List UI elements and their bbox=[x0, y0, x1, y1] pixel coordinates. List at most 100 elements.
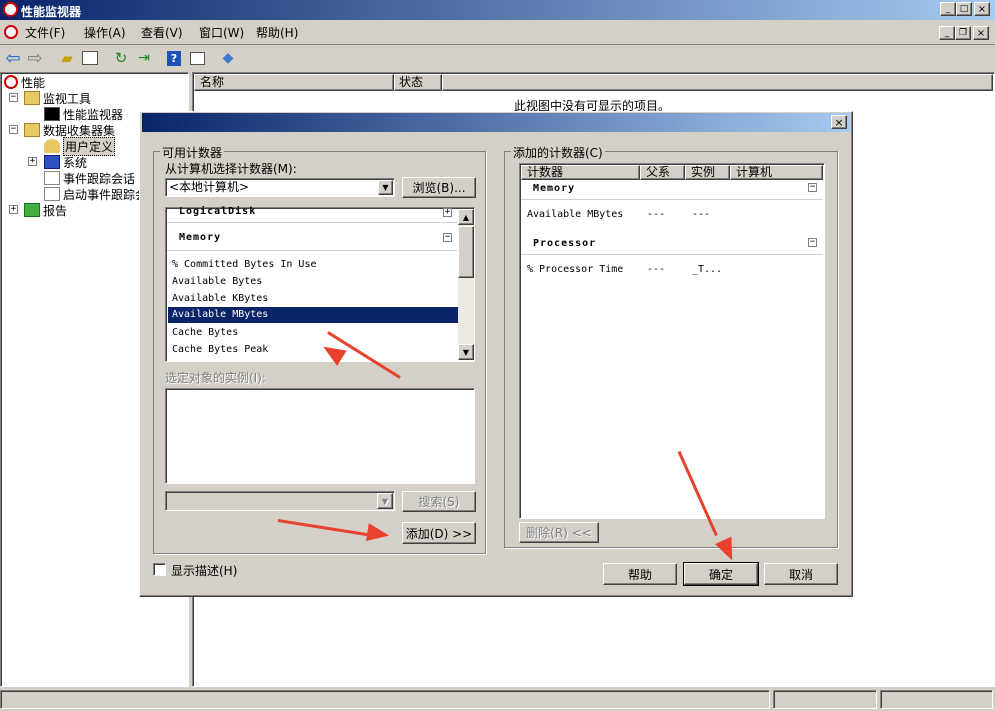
added-col-instance[interactable]: 实例 bbox=[685, 165, 730, 180]
collapse-memory-icon[interactable]: − bbox=[443, 233, 452, 242]
added-counter-parent: --- bbox=[647, 209, 666, 220]
menu-file[interactable]: 文件(F) bbox=[25, 24, 65, 42]
title-bar bbox=[0, 0, 995, 20]
performance-icon bbox=[4, 75, 18, 89]
added-col-parent[interactable]: 父系 bbox=[640, 165, 685, 180]
properties-icon[interactable] bbox=[187, 48, 207, 68]
minimize-button[interactable]: _ bbox=[940, 2, 956, 16]
report-icon bbox=[24, 203, 40, 217]
added-counter-name[interactable]: % Processor Time bbox=[527, 264, 623, 275]
up-folder-icon[interactable]: ▰ bbox=[57, 48, 77, 68]
status-bar-pane-3 bbox=[880, 690, 993, 709]
help-icon[interactable]: ? bbox=[164, 48, 184, 68]
tree-expander-system[interactable]: + bbox=[28, 157, 37, 166]
expand-logicaldisk-icon[interactable]: + bbox=[443, 208, 452, 217]
instances-label: 选定对象的实例(I): bbox=[165, 371, 266, 385]
counter-group-logicaldisk[interactable]: LogicalDisk bbox=[179, 206, 256, 217]
show-description-label: 显示描述(H) bbox=[171, 564, 238, 578]
close-button[interactable]: × bbox=[974, 2, 990, 16]
remove-button[interactable]: 删除(R) << bbox=[519, 522, 599, 543]
menu-window[interactable]: 窗口(W) bbox=[199, 24, 244, 42]
tree-reports[interactable]: 报告 bbox=[24, 202, 67, 218]
tree-expander-reports[interactable]: + bbox=[9, 205, 18, 214]
dialog-close-button[interactable]: × bbox=[831, 115, 847, 129]
tree-expander-data-collector-sets[interactable]: − bbox=[9, 125, 18, 134]
new-window-icon[interactable]: ◆ bbox=[218, 48, 238, 68]
counter-item[interactable]: Available Bytes bbox=[172, 273, 262, 290]
group-divider bbox=[167, 222, 457, 223]
search-button[interactable]: 搜索(S) bbox=[402, 491, 476, 512]
counter-item[interactable]: Cache Bytes Peak bbox=[172, 341, 268, 358]
counter-item[interactable]: Available KBytes bbox=[172, 290, 268, 307]
group-divider bbox=[521, 254, 823, 255]
search-combo[interactable] bbox=[165, 491, 395, 511]
column-header-filler bbox=[442, 74, 993, 91]
counter-item-selected-label: Available MBytes bbox=[172, 309, 269, 320]
window-title: 性能监视器 bbox=[21, 5, 82, 19]
tree-expander-monitor-tools[interactable]: − bbox=[9, 93, 18, 102]
added-group-memory[interactable]: Memory bbox=[533, 183, 575, 194]
added-group-processor[interactable]: Processor bbox=[533, 238, 596, 249]
counter-item[interactable]: % Committed Bytes In Use bbox=[172, 256, 317, 273]
added-counter-name[interactable]: Available MBytes bbox=[527, 209, 623, 220]
dialog-title-bar bbox=[142, 113, 850, 132]
add-button[interactable]: 添加(D) >> bbox=[402, 522, 476, 544]
trace-doc-icon bbox=[44, 171, 60, 185]
counter-group-memory[interactable]: Memory bbox=[179, 232, 221, 243]
forward-icon[interactable]: ⇨ bbox=[25, 48, 45, 69]
collapse-memory-added-icon[interactable]: − bbox=[808, 183, 817, 192]
scroll-down-button[interactable]: ▼ bbox=[458, 344, 474, 360]
tree-startup-trace[interactable]: 启动事件跟踪会 bbox=[44, 186, 147, 202]
scroll-up-button[interactable]: ▲ bbox=[458, 209, 474, 225]
maximize-button[interactable]: □ bbox=[956, 2, 972, 16]
folder-icon bbox=[24, 91, 40, 105]
back-icon[interactable]: ⇦ bbox=[3, 48, 23, 69]
instances-list[interactable] bbox=[165, 388, 475, 484]
app-icon bbox=[3, 2, 18, 17]
folder-icon bbox=[24, 123, 40, 137]
search-dropdown-button[interactable]: ▼ bbox=[377, 493, 393, 509]
show-hide-tree-icon[interactable] bbox=[80, 48, 100, 68]
added-counter-parent: --- bbox=[647, 264, 666, 275]
tree-perf-monitor[interactable]: 性能监视器 bbox=[44, 106, 123, 122]
added-col-computer[interactable]: 计算机 bbox=[730, 165, 823, 180]
select-computer-label: 从计算机选择计数器(M): bbox=[165, 162, 297, 176]
refresh-icon[interactable]: ↻ bbox=[111, 48, 131, 68]
ok-button[interactable]: 确定 bbox=[683, 562, 759, 586]
tree-event-trace[interactable]: 事件跟踪会话 bbox=[44, 170, 135, 186]
help-button[interactable]: 帮助 bbox=[603, 563, 677, 585]
status-bar-pane-2 bbox=[773, 690, 877, 709]
mdi-icon bbox=[4, 25, 18, 39]
computer-select[interactable]: <本地计算机> bbox=[165, 178, 395, 197]
column-header-name[interactable]: 名称 bbox=[194, 74, 394, 91]
mdi-close-button[interactable]: × bbox=[973, 26, 989, 40]
scroll-thumb[interactable] bbox=[458, 226, 474, 278]
menu-help[interactable]: 帮助(H) bbox=[256, 24, 298, 42]
tree-user-defined[interactable]: 用户定义 bbox=[44, 136, 116, 156]
system-icon bbox=[44, 155, 60, 169]
user-icon bbox=[44, 139, 60, 153]
group-divider bbox=[521, 199, 823, 200]
tree-monitor-tools[interactable]: 监视工具 bbox=[24, 90, 91, 106]
tree-system[interactable]: 系统 bbox=[44, 154, 87, 170]
menu-view[interactable]: 查看(V) bbox=[141, 24, 183, 42]
tree-performance[interactable]: 性能 bbox=[4, 74, 45, 90]
added-counter-instance: --- bbox=[692, 209, 711, 220]
toolbar-divider bbox=[0, 44, 995, 45]
trace-doc-icon bbox=[44, 187, 60, 201]
mdi-minimize-button[interactable]: _ bbox=[939, 26, 955, 40]
mdi-restore-button[interactable]: ❐ bbox=[955, 26, 971, 40]
column-header-status[interactable]: 状态 bbox=[394, 74, 442, 91]
annotation-arrowhead bbox=[366, 523, 391, 545]
cancel-button[interactable]: 取消 bbox=[764, 563, 838, 585]
browse-button[interactable]: 浏览(B)... bbox=[402, 177, 476, 198]
menu-action[interactable]: 操作(A) bbox=[84, 24, 126, 42]
collapse-processor-icon[interactable]: − bbox=[808, 238, 817, 247]
computer-dropdown-button[interactable]: ▼ bbox=[378, 180, 393, 195]
added-col-counter[interactable]: 计数器 bbox=[521, 165, 640, 180]
export-list-icon[interactable]: ⇥ bbox=[134, 48, 154, 68]
counter-item[interactable]: Cache Bytes bbox=[172, 324, 238, 341]
show-description-checkbox[interactable] bbox=[153, 563, 166, 576]
status-bar-pane-1 bbox=[0, 690, 770, 709]
added-counter-instance: _T... bbox=[692, 264, 723, 275]
